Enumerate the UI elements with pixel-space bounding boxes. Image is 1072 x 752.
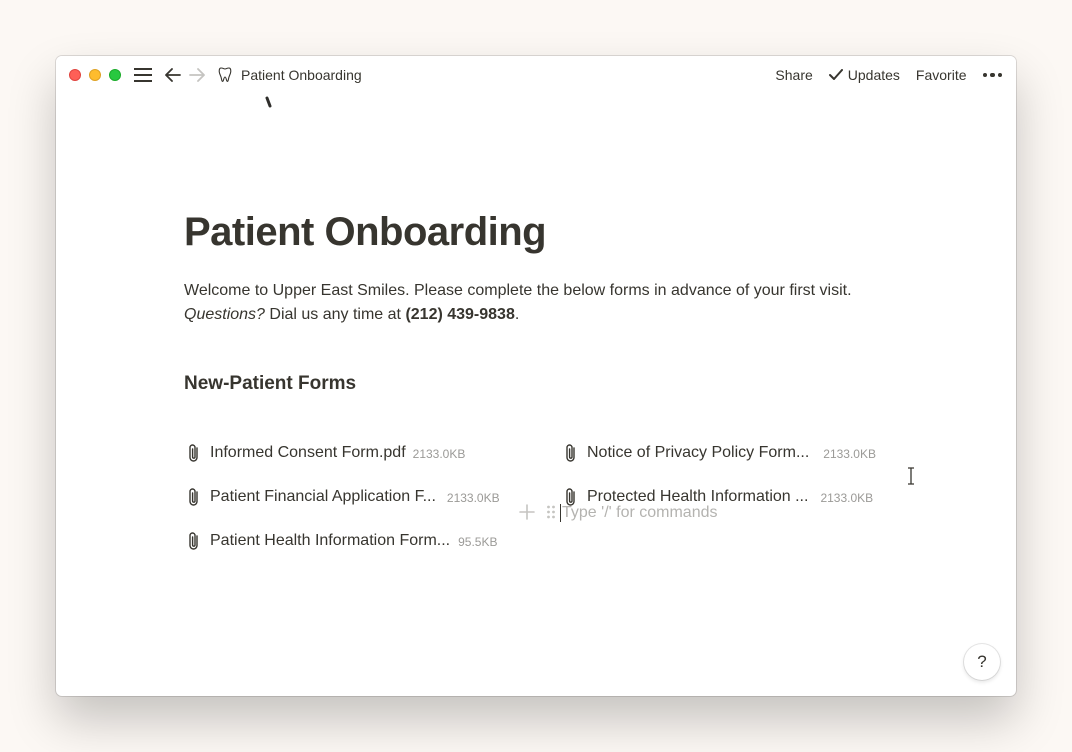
help-button[interactable]: ? [964, 644, 1000, 680]
paperclip-icon [184, 530, 204, 552]
empty-block-input[interactable]: Type '/' for commands [560, 504, 718, 522]
zoom-window-button[interactable] [109, 69, 121, 81]
page-cover-icon[interactable] [224, 94, 284, 118]
menu-icon[interactable] [133, 65, 153, 85]
help-label: ? [977, 652, 987, 671]
block-handle [518, 503, 558, 521]
share-button[interactable]: Share [775, 67, 812, 83]
breadcrumb-page-title[interactable]: Patient Onboarding [241, 67, 362, 83]
intro-italic: Questions? [184, 306, 265, 323]
file-attachment[interactable]: Informed Consent Form.pdf 2133.0KB [184, 439, 465, 467]
file-name: Informed Consent Form.pdf [210, 444, 406, 461]
top-bar: Patient Onboarding Share Updates Favorit… [56, 56, 1016, 94]
window-controls [69, 69, 129, 81]
arrow-left-icon[interactable] [163, 65, 183, 85]
more-horizontal-icon[interactable] [982, 72, 1002, 78]
file-name: Notice of Privacy Policy Form... [587, 444, 810, 461]
intro-end: . [514, 306, 520, 323]
top-actions: Share Updates Favorite [759, 67, 1002, 83]
file-size: 2133.0KB [823, 447, 876, 461]
updates-button[interactable]: Updates [828, 67, 900, 83]
checkmark-icon [828, 69, 843, 80]
file-size: 2133.0KB [446, 491, 500, 505]
file-attachment[interactable]: Patient Health Information Form... 95.5K… [184, 527, 497, 555]
file-name: Patient Health Information Form... [210, 532, 451, 549]
page-title[interactable]: Patient Onboarding [184, 210, 547, 255]
file-size: 2133.0KB [412, 447, 466, 461]
drag-handle-icon[interactable] [544, 503, 558, 521]
file-size: 2133.0KB [820, 491, 874, 505]
text-caret [560, 504, 561, 522]
arrow-right-icon[interactable] [187, 65, 207, 85]
file-attachment[interactable]: Notice of Privacy Policy Form... 2133.0K… [561, 439, 876, 467]
paperclip-icon [184, 442, 204, 464]
section-heading[interactable]: New-Patient Forms [184, 373, 356, 395]
paperclip-icon [184, 486, 204, 508]
intro-text: Welcome to Upper East Smiles. Please com… [184, 282, 852, 299]
favorite-label: Favorite [915, 67, 967, 83]
paperclip-icon [561, 442, 581, 464]
intro-text-2: Dial us any time at [264, 306, 406, 323]
plus-icon[interactable] [518, 503, 536, 521]
phone-number: (212) 439-9838 [405, 306, 515, 323]
file-size: 95.5KB [458, 535, 498, 549]
share-label: Share [775, 67, 813, 83]
placeholder-text: Type '/' for commands [562, 504, 718, 521]
minimize-window-button[interactable] [89, 69, 101, 81]
app-window: Patient Onboarding Share Updates Favorit… [56, 56, 1016, 696]
updates-label: Updates [847, 67, 900, 83]
ibeam-cursor-icon [908, 467, 914, 485]
favorite-button[interactable]: Favorite [916, 67, 967, 83]
file-name: Patient Financial Application F... [210, 488, 436, 505]
file-attachment[interactable]: Patient Financial Application F... 2133.… [184, 483, 500, 511]
tooth-icon[interactable] [215, 65, 235, 85]
close-window-button[interactable] [69, 69, 81, 81]
intro-paragraph[interactable]: Welcome to Upper East Smiles. Please com… [184, 279, 874, 327]
